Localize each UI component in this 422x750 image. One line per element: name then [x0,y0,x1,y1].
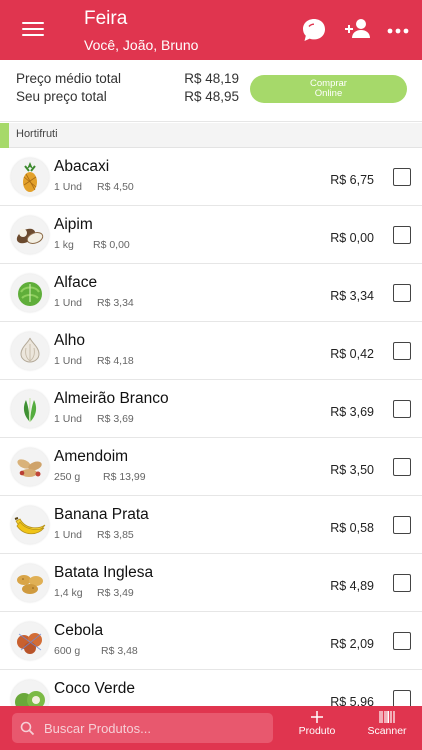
product-name: Cebola [54,622,104,639]
list-item[interactable]: Coco Verde R$ 5,96 [0,670,422,706]
product-quantity: 1 Und [54,355,83,367]
list-item[interactable]: Cebola 600 g R$ 3,48 R$ 2,09 [0,612,422,670]
product-name: Banana Prata [54,506,149,523]
garlic-icon [11,332,49,370]
avg-price-label: Preço médio total [16,71,122,86]
banana-icon [11,506,49,544]
bottom-bar: Produto Scanner [0,706,422,750]
product-unit-price: R$ 0,00 [93,239,130,251]
buy-online-line2: Online [314,88,343,99]
product-quantity: 250 g [54,471,81,483]
product-price: R$ 4,89 [330,579,374,593]
product-unit-price: R$ 3,69 [97,413,134,425]
search-input[interactable] [44,713,269,743]
product-price: R$ 2,09 [330,637,374,651]
list-item[interactable]: Almeirão Branco 1 Und R$ 3,69 R$ 3,69 [0,380,422,438]
add-product-label: Produto [298,725,336,737]
product-price: R$ 0,58 [330,521,374,535]
list-item[interactable]: Aipim 1 kg R$ 0,00 R$ 0,00 [0,206,422,264]
add-user-icon[interactable] [344,16,372,47]
lettuce-icon [11,274,49,312]
product-price: R$ 3,69 [330,405,374,419]
list-item[interactable]: Banana Prata 1 Und R$ 3,85 R$ 0,58 [0,496,422,554]
product-quantity: 1 Und [54,529,83,541]
search-box[interactable] [12,713,273,743]
product-quantity: 600 g [54,645,81,657]
product-checkbox[interactable] [393,226,411,244]
category-label: Hortifruti [16,128,58,140]
list-title: Feira [84,8,128,29]
product-checkbox[interactable] [393,168,411,186]
product-unit-price: R$ 3,48 [101,645,138,657]
product-quantity: 1 Und [54,413,83,425]
product-unit-price: R$ 3,49 [97,587,134,599]
product-checkbox[interactable] [393,574,411,592]
product-quantity: 1 Und [54,181,83,193]
more-icon[interactable] [386,22,410,40]
chicory-icon [11,390,49,428]
product-checkbox[interactable] [393,516,411,534]
product-price: R$ 3,50 [330,463,374,477]
menu-icon[interactable] [22,22,44,38]
category-header: Hortifruti [0,123,422,148]
cassava-icon [11,216,49,254]
product-checkbox[interactable] [393,284,411,302]
product-checkbox[interactable] [393,632,411,650]
product-name: Alho [54,332,86,349]
product-unit-price: R$ 13,99 [103,471,146,483]
product-checkbox[interactable] [393,690,411,706]
product-price: R$ 5,96 [330,695,374,706]
list-item[interactable]: Amendoim 250 g R$ 13,99 R$ 3,50 [0,438,422,496]
product-checkbox[interactable] [393,458,411,476]
product-unit-price: R$ 4,50 [97,181,134,193]
your-price-value: R$ 48,95 [184,89,239,104]
app-header: Feira Você, João, Bruno [0,0,422,60]
onion-icon [11,622,49,660]
list-item[interactable]: Alface 1 Und R$ 3,34 R$ 3,34 [0,264,422,322]
product-price: R$ 0,00 [330,231,374,245]
product-name: Aipim [54,216,93,233]
buy-online-button[interactable]: Comprar Online [250,75,407,103]
product-unit-price: R$ 4,18 [97,355,134,367]
product-price: R$ 3,34 [330,289,374,303]
potato-icon [11,564,49,602]
peanut-icon [11,448,49,486]
product-unit-price: R$ 3,34 [97,297,134,309]
product-quantity: 1,4 kg [54,587,83,599]
list-members: Você, João, Bruno [84,37,199,53]
scanner-label: Scanner [367,725,407,737]
product-name: Amendoim [54,448,129,465]
category-accent-bar [0,123,9,148]
product-name: Almeirão Branco [54,390,169,407]
product-name: Batata Inglesa [54,564,154,581]
price-summary: Preço médio total R$ 48,19 Seu preço tot… [0,60,422,122]
pineapple-icon [11,158,49,196]
coconut-icon [11,680,49,706]
your-price-label: Seu preço total [16,89,107,104]
list-item[interactable]: Alho 1 Und R$ 4,18 R$ 0,42 [0,322,422,380]
product-checkbox[interactable] [393,342,411,360]
product-quantity: 1 kg [54,239,74,251]
scanner-button[interactable]: Scanner [365,710,409,737]
product-name: Abacaxi [54,158,110,175]
plus-icon [311,711,323,723]
product-name: Alface [54,274,98,291]
product-price: R$ 6,75 [330,173,374,187]
list-item[interactable]: Abacaxi 1 Und R$ 4,50 R$ 6,75 [0,148,422,206]
list-item[interactable]: Batata Inglesa 1,4 kg R$ 3,49 R$ 4,89 [0,554,422,612]
product-quantity: 1 Und [54,297,83,309]
product-checkbox[interactable] [393,400,411,418]
avg-price-value: R$ 48,19 [184,71,239,86]
product-name: Coco Verde [54,680,135,697]
barcode-icon [379,711,395,723]
chat-icon[interactable] [300,16,328,49]
product-list: Abacaxi 1 Und R$ 4,50 R$ 6,75 Aipim 1 kg… [0,148,422,706]
product-price: R$ 0,42 [330,347,374,361]
product-unit-price: R$ 3,85 [97,529,134,541]
add-product-button[interactable]: Produto [296,710,338,737]
search-icon [20,721,35,741]
